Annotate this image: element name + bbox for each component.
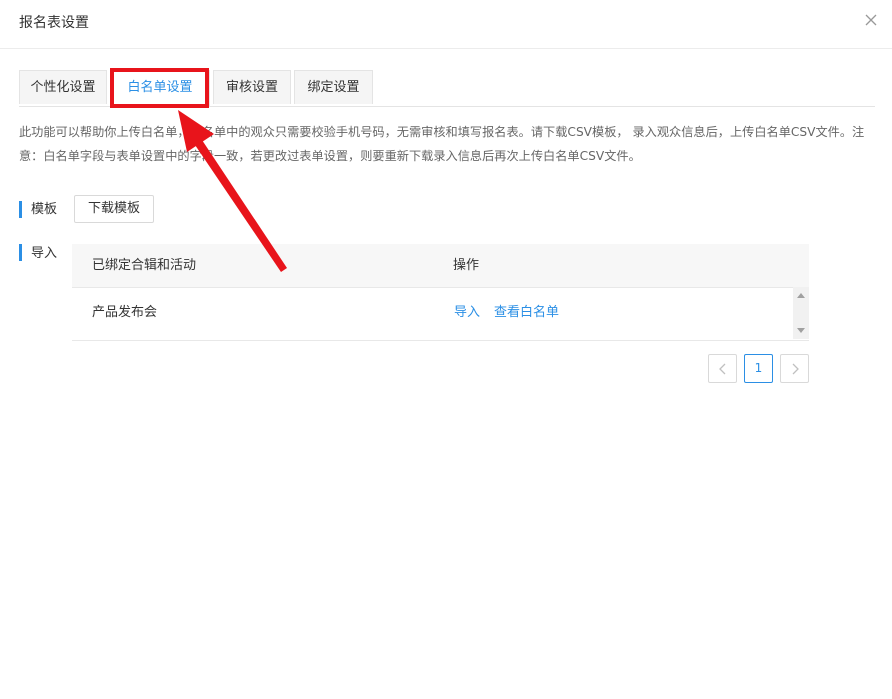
template-section-label: 模板 — [31, 202, 58, 217]
import-link[interactable]: 导入 — [454, 287, 480, 339]
bound-activities-table: 已绑定合辑和活动 操作 产品发布会 导入 查看白名单 — [72, 244, 809, 341]
import-section-label: 导入 — [31, 246, 58, 261]
table-header: 已绑定合辑和活动 操作 — [72, 244, 809, 288]
next-page-button[interactable] — [780, 354, 809, 383]
column-header-actions: 操作 — [453, 258, 480, 273]
settings-dialog: 报名表设置 个性化设置 白名单设置 审核设置 绑定设置 此功能可以帮助你上传白名… — [0, 0, 892, 699]
template-section-marker — [19, 201, 22, 218]
tab-personalization[interactable]: 个性化设置 — [19, 70, 107, 104]
dialog-header: 报名表设置 — [0, 0, 892, 49]
view-whitelist-link[interactable]: 查看白名单 — [494, 287, 559, 339]
scroll-down-icon[interactable] — [797, 328, 805, 333]
table-row: 产品发布会 导入 查看白名单 — [72, 287, 809, 341]
close-icon[interactable] — [864, 13, 878, 27]
chevron-right-icon — [792, 363, 799, 375]
activity-name: 产品发布会 — [92, 305, 158, 320]
scroll-up-icon[interactable] — [797, 293, 805, 298]
tab-binding[interactable]: 绑定设置 — [294, 70, 373, 104]
dialog-title: 报名表设置 — [19, 15, 89, 31]
download-template-button[interactable]: 下载模板 — [74, 195, 154, 223]
table-scrollbar[interactable] — [793, 287, 809, 339]
tab-review[interactable]: 审核设置 — [213, 70, 291, 104]
import-section-marker — [19, 244, 22, 261]
column-header-activities: 已绑定合辑和活动 — [92, 258, 197, 273]
page-number-button[interactable]: 1 — [744, 354, 773, 383]
prev-page-button[interactable] — [708, 354, 737, 383]
whitelist-description: 此功能可以帮助你上传白名单，白名单中的观众只需要校验手机号码，无需审核和填写报名… — [19, 125, 865, 163]
tab-bar: 个性化设置 白名单设置 审核设置 绑定设置 — [19, 70, 875, 107]
tab-whitelist[interactable]: 白名单设置 — [110, 70, 210, 107]
chevron-left-icon — [719, 363, 726, 375]
